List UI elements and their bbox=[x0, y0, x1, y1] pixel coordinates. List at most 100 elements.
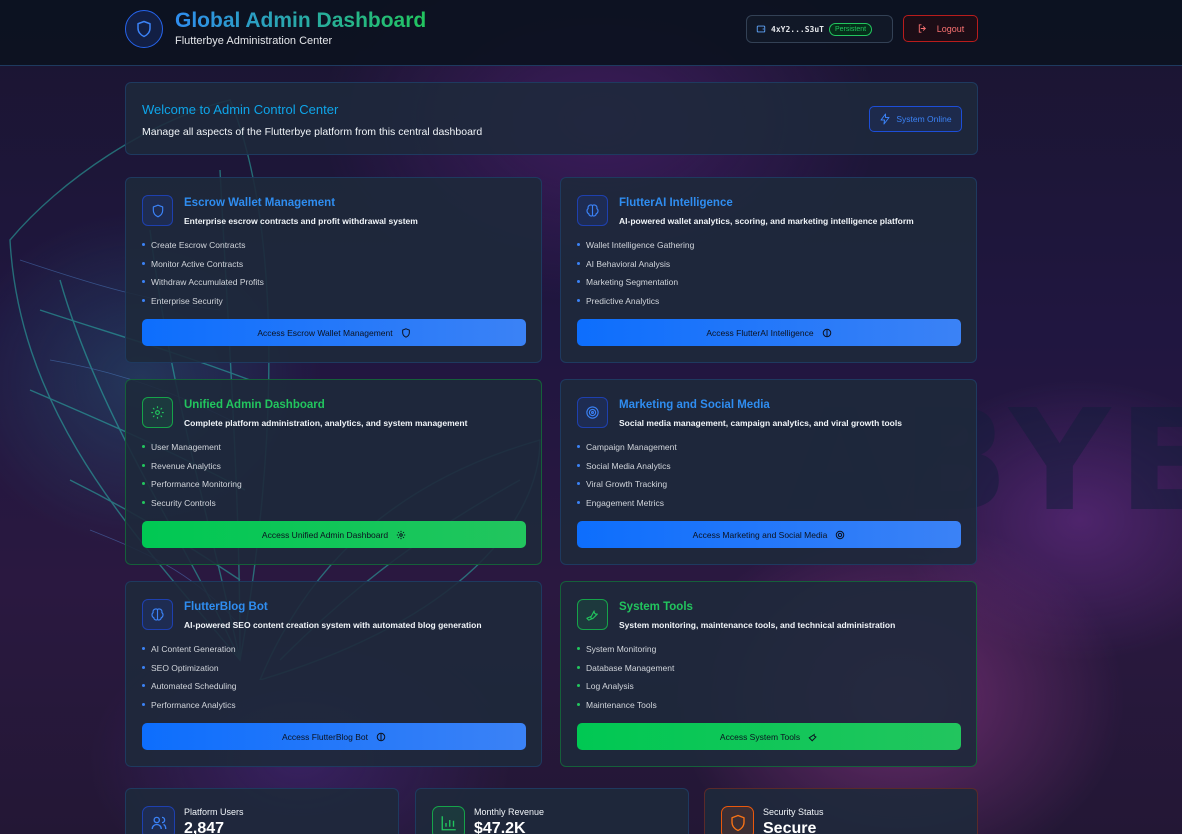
bar-chart-icon bbox=[432, 806, 465, 834]
feature-list: Create Escrow Contracts Monitor Active C… bbox=[142, 239, 264, 314]
card-title: System Tools bbox=[619, 601, 693, 613]
feature-list: Campaign Management Social Media Analyti… bbox=[577, 441, 677, 516]
stat-value: Secure bbox=[763, 820, 817, 834]
access-escrow-button[interactable]: Access Escrow Wallet Management bbox=[142, 319, 526, 346]
button-label: Access FlutterAI Intelligence bbox=[706, 327, 814, 338]
card-escrow-wallet: Escrow Wallet Management Enterprise escr… bbox=[125, 177, 542, 363]
card-title: Escrow Wallet Management bbox=[184, 197, 336, 209]
wallet-icon bbox=[756, 24, 766, 34]
feature-item: Automated Scheduling bbox=[142, 680, 237, 699]
card-flutterblog-bot: FlutterBlog Bot AI-powered SEO content c… bbox=[125, 581, 542, 767]
brand-shield-icon bbox=[125, 10, 163, 48]
stat-value: $47.2K bbox=[474, 820, 526, 834]
feature-list: AI Content Generation SEO Optimization A… bbox=[142, 643, 237, 718]
target-icon bbox=[835, 530, 845, 540]
welcome-title: Welcome to Admin Control Center bbox=[142, 102, 339, 117]
logout-label: Logout bbox=[936, 23, 965, 34]
feature-item: Revenue Analytics bbox=[142, 460, 242, 479]
wallet-address: 4xY2...S3uT bbox=[771, 24, 824, 34]
card-description: AI-powered wallet analytics, scoring, an… bbox=[619, 216, 914, 226]
logout-icon bbox=[917, 23, 928, 34]
feature-item: Predictive Analytics bbox=[577, 295, 694, 314]
card-unified-admin: Unified Admin Dashboard Complete platfor… bbox=[125, 379, 542, 565]
top-header: Global Admin Dashboard Flutterbye Admini… bbox=[0, 0, 1182, 66]
card-title: FlutterBlog Bot bbox=[184, 601, 268, 613]
card-system-tools: System Tools System monitoring, maintena… bbox=[560, 581, 977, 767]
access-marketing-button[interactable]: Access Marketing and Social Media bbox=[577, 521, 961, 548]
stat-platform-users: Platform Users 2,847 bbox=[125, 788, 399, 834]
stat-security-status: Security Status Secure bbox=[704, 788, 978, 834]
button-label: Access Escrow Wallet Management bbox=[257, 327, 393, 338]
users-icon bbox=[142, 806, 175, 834]
button-label: Access System Tools bbox=[719, 731, 801, 742]
access-unified-admin-button[interactable]: Access Unified Admin Dashboard bbox=[142, 521, 526, 548]
stat-monthly-revenue: Monthly Revenue $47.2K bbox=[415, 788, 689, 834]
shield-icon bbox=[401, 327, 411, 338]
card-title: Unified Admin Dashboard bbox=[184, 399, 325, 411]
wrench-icon bbox=[808, 732, 818, 742]
feature-item: SEO Optimization bbox=[142, 662, 237, 681]
card-description: Enterprise escrow contracts and profit w… bbox=[184, 216, 418, 226]
system-online-badge[interactable]: System Online bbox=[869, 106, 962, 132]
feature-item: Marketing Segmentation bbox=[577, 276, 694, 295]
stat-label: Platform Users bbox=[184, 807, 244, 817]
feature-item: System Monitoring bbox=[577, 643, 674, 662]
card-description: Complete platform administration, analyt… bbox=[184, 418, 468, 428]
feature-item: Create Escrow Contracts bbox=[142, 239, 264, 258]
access-system-tools-button[interactable]: Access System Tools bbox=[577, 723, 961, 750]
lightning-icon bbox=[879, 113, 891, 125]
card-marketing-social: Marketing and Social Media Social media … bbox=[560, 379, 977, 565]
button-label: Access Unified Admin Dashboard bbox=[261, 529, 389, 540]
card-title: FlutterAI Intelligence bbox=[619, 197, 733, 209]
page-subtitle: Flutterbye Administration Center bbox=[175, 35, 333, 47]
gear-icon bbox=[142, 397, 173, 428]
feature-item: Maintenance Tools bbox=[577, 699, 674, 718]
stat-label: Security Status bbox=[763, 807, 824, 817]
feature-item: Campaign Management bbox=[577, 441, 677, 460]
feature-item: User Management bbox=[142, 441, 242, 460]
feature-item: Log Analysis bbox=[577, 680, 674, 699]
feature-item: Database Management bbox=[577, 662, 674, 681]
gear-icon bbox=[396, 530, 406, 540]
page-title: Global Admin Dashboard bbox=[175, 9, 427, 32]
card-title: Marketing and Social Media bbox=[619, 399, 770, 411]
feature-item: Social Media Analytics bbox=[577, 460, 677, 479]
brain-icon bbox=[822, 328, 832, 338]
feature-item: Performance Monitoring bbox=[142, 478, 242, 497]
shield-icon bbox=[721, 806, 754, 834]
stat-label: Monthly Revenue bbox=[474, 807, 545, 817]
feature-item: Viral Growth Tracking bbox=[577, 478, 677, 497]
feature-list: Wallet Intelligence Gathering AI Behavio… bbox=[577, 239, 694, 314]
feature-item: Security Controls bbox=[142, 497, 242, 516]
welcome-subtitle: Manage all aspects of the Flutterbye pla… bbox=[142, 126, 483, 138]
welcome-panel: Welcome to Admin Control Center Manage a… bbox=[125, 82, 978, 155]
card-description: Social media management, campaign analyt… bbox=[619, 418, 902, 428]
logout-button[interactable]: Logout bbox=[903, 15, 978, 42]
button-label: Access FlutterBlog Bot bbox=[282, 731, 368, 742]
feature-item: AI Behavioral Analysis bbox=[577, 258, 694, 277]
access-flutterai-button[interactable]: Access FlutterAI Intelligence bbox=[577, 319, 961, 346]
access-flutterblog-button[interactable]: Access FlutterBlog Bot bbox=[142, 723, 526, 750]
feature-list: User Management Revenue Analytics Perfor… bbox=[142, 441, 242, 516]
feature-item: Engagement Metrics bbox=[577, 497, 677, 516]
brain-icon bbox=[142, 599, 173, 630]
shield-icon bbox=[142, 195, 173, 226]
target-icon bbox=[577, 397, 608, 428]
card-description: AI-powered SEO content creation system w… bbox=[184, 620, 482, 630]
feature-item: Enterprise Security bbox=[142, 295, 264, 314]
system-online-label: System Online bbox=[896, 114, 952, 124]
card-flutterai: FlutterAI Intelligence AI-powered wallet… bbox=[560, 177, 977, 363]
stat-value: 2,847 bbox=[184, 820, 225, 834]
card-description: System monitoring, maintenance tools, an… bbox=[619, 620, 896, 630]
wallet-chip[interactable]: 4xY2...S3uT Persistent bbox=[746, 15, 893, 43]
feature-item: AI Content Generation bbox=[142, 643, 237, 662]
persistent-badge: Persistent bbox=[828, 22, 873, 36]
brain-icon bbox=[376, 732, 386, 742]
feature-list: System Monitoring Database Management Lo… bbox=[577, 643, 674, 718]
feature-item: Performance Analytics bbox=[142, 699, 237, 718]
feature-item: Withdraw Accumulated Profits bbox=[142, 276, 264, 295]
button-label: Access Marketing and Social Media bbox=[692, 529, 828, 540]
brain-icon bbox=[577, 195, 608, 226]
feature-item: Monitor Active Contracts bbox=[142, 258, 264, 277]
feature-item: Wallet Intelligence Gathering bbox=[577, 239, 694, 258]
